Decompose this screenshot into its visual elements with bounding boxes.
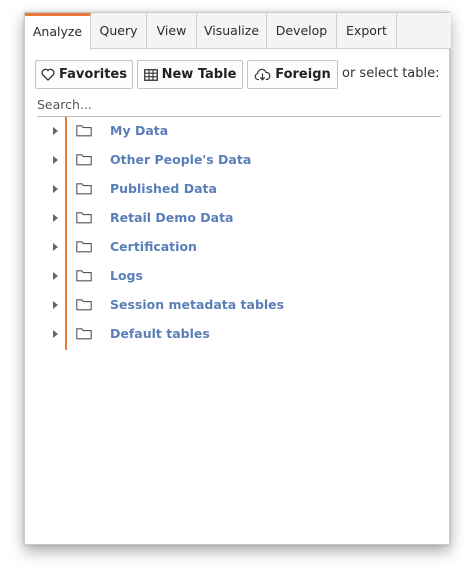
- tree-item-label: Default tables: [110, 326, 210, 341]
- folder-icon: [76, 296, 92, 315]
- tab-query[interactable]: Query: [91, 13, 147, 49]
- cloud-download-icon: [254, 68, 271, 81]
- tree-item-label: Session metadata tables: [110, 297, 285, 312]
- tree-item-label: Retail Demo Data: [110, 210, 234, 225]
- expand-caret-icon[interactable]: [53, 185, 58, 193]
- expand-caret-icon[interactable]: [53, 156, 58, 164]
- tab-export[interactable]: Export: [337, 13, 397, 49]
- folder-icon: [76, 209, 92, 228]
- folder-icon: [76, 180, 92, 199]
- tree-item-other-peoples-data[interactable]: Other People's Data: [25, 146, 451, 175]
- tree-item-retail-demo-data[interactable]: Retail Demo Data: [25, 204, 451, 233]
- tree-item-my-data[interactable]: My Data: [25, 117, 451, 146]
- tab-analyze[interactable]: Analyze: [25, 13, 91, 50]
- table-icon: [143, 68, 158, 81]
- new-table-button[interactable]: New Table: [137, 60, 243, 89]
- tree-item-published-data[interactable]: Published Data: [25, 175, 451, 204]
- tree-item-label: Other People's Data: [110, 152, 252, 167]
- favorites-label: Favorites: [59, 67, 127, 82]
- expand-caret-icon[interactable]: [53, 243, 58, 251]
- tree-item-logs[interactable]: Logs: [25, 262, 451, 291]
- folder-icon: [76, 122, 92, 141]
- tab-bar: Analyze Query View Visualize Develop Exp…: [25, 13, 451, 50]
- table-browser-panel: Analyze Query View Visualize Develop Exp…: [24, 12, 451, 545]
- tab-visualize[interactable]: Visualize: [197, 13, 267, 49]
- expand-caret-icon[interactable]: [53, 330, 58, 338]
- folder-icon: [76, 238, 92, 257]
- foreign-button[interactable]: Foreign: [247, 60, 338, 89]
- foreign-label: Foreign: [275, 67, 331, 82]
- tree-item-label: Published Data: [110, 181, 217, 196]
- favorites-button[interactable]: Favorites: [35, 60, 133, 89]
- tree-item-label: My Data: [110, 123, 169, 138]
- tree-item-default-tables[interactable]: Default tables: [25, 320, 451, 349]
- tree-item-label: Certification: [110, 239, 197, 254]
- new-table-label: New Table: [161, 67, 237, 82]
- search-input[interactable]: [37, 93, 441, 117]
- expand-caret-icon[interactable]: [53, 127, 58, 135]
- folder-icon: [76, 325, 92, 344]
- expand-caret-icon[interactable]: [53, 272, 58, 280]
- expand-caret-icon[interactable]: [53, 214, 58, 222]
- tab-develop[interactable]: Develop: [267, 13, 337, 49]
- heart-icon: [41, 68, 55, 81]
- folder-icon: [76, 267, 92, 286]
- tree-item-certification[interactable]: Certification: [25, 233, 451, 262]
- folder-icon: [76, 151, 92, 170]
- tab-view[interactable]: View: [147, 13, 197, 49]
- select-table-text: or select table:: [342, 66, 440, 81]
- expand-caret-icon[interactable]: [53, 301, 58, 309]
- tree-item-label: Logs: [110, 268, 143, 283]
- tree-item-session-metadata-tables[interactable]: Session metadata tables: [25, 291, 451, 320]
